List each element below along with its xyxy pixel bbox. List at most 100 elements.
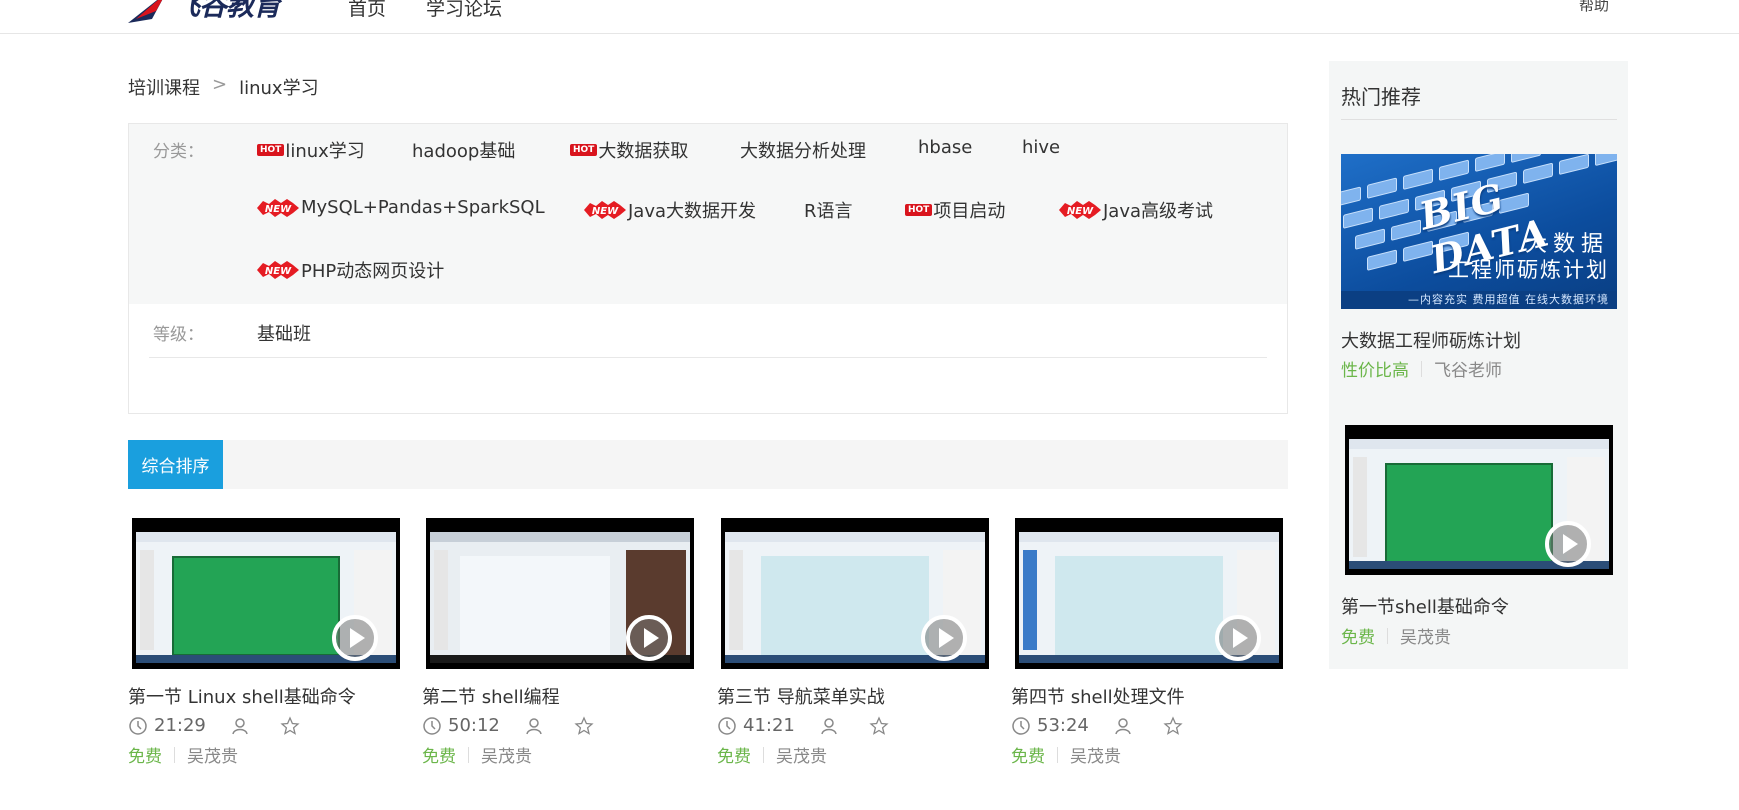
divider — [763, 746, 764, 763]
play-icon[interactable] — [1215, 615, 1261, 661]
star-icon[interactable] — [869, 715, 889, 736]
recommend-item-price-row: 免费 吴茂贵 — [1341, 623, 1451, 648]
tag-hadoop[interactable]: hadoop基础 — [412, 137, 515, 163]
clock-icon — [423, 716, 441, 735]
recommend-item-title[interactable]: 第一节shell基础命令 — [1341, 593, 1509, 619]
tag-label: hadoop基础 — [412, 141, 516, 162]
tag-project-start[interactable]: HOT 项目启动 — [905, 197, 1005, 223]
recommend-item-price-row: 性价比高 飞谷老师 — [1341, 356, 1502, 381]
new-badge-icon: NEW — [584, 201, 626, 219]
divider — [174, 746, 175, 763]
new-badge-text: NEW — [592, 206, 619, 217]
course-thumbnail[interactable] — [721, 518, 989, 669]
category-filter: 分类： HOT linux学习 hadoop基础 HOT 大数据获取 大数据分析… — [129, 124, 1287, 304]
tag-label: 项目启动 — [933, 201, 1006, 222]
teacher-name[interactable]: 吴茂贵 — [187, 742, 238, 767]
banner-subtitle: 工程师砺炼计划 — [1448, 258, 1609, 282]
teacher-name[interactable]: 吴茂贵 — [776, 742, 827, 767]
hot-recommend-sidebar: 热门推荐 BIG DATA 大数据 工程师砺炼计划 —内容充实 费用超值 在线大… — [1329, 61, 1628, 669]
site-logo[interactable]: 飞谷教育 — [126, 0, 281, 23]
tag-bigdata-fetch[interactable]: HOT 大数据获取 — [570, 137, 688, 163]
logo-text: 飞谷教育 — [172, 0, 281, 22]
category-label: 分类： — [153, 142, 204, 162]
help-link[interactable]: 帮助 — [1579, 0, 1609, 15]
tag-java-bigdata[interactable]: NEW Java大数据开发 — [584, 197, 756, 223]
course-title[interactable]: 第三节 导航菜单实战 — [717, 683, 989, 709]
bigdata-banner[interactable]: BIG DATA 大数据 工程师砺炼计划 —内容充实 费用超值 在线大数据环境 — [1341, 154, 1617, 309]
course-title[interactable]: 第二节 shell编程 — [422, 683, 694, 709]
new-badge-icon: NEW — [257, 198, 299, 217]
tag-label: MySQL+Pandas+SparkSQL — [301, 197, 545, 218]
hot-badge-icon: HOT — [905, 204, 933, 216]
level-basic[interactable]: 基础班 — [257, 320, 311, 346]
user-icon — [821, 717, 837, 734]
teacher-name[interactable]: 吴茂贵 — [1400, 623, 1451, 648]
tag-java-advanced-exam[interactable]: NEW Java高级考试 — [1059, 197, 1213, 223]
tag-label: 大数据分析处理 — [740, 141, 866, 162]
play-icon[interactable] — [626, 615, 672, 661]
new-badge-text: NEW — [265, 204, 292, 215]
star-icon[interactable] — [574, 715, 594, 736]
tag-mysql-pandas-sparksql[interactable]: NEW MySQL+Pandas+SparkSQL — [257, 197, 545, 218]
tag-hbase[interactable]: hbase — [918, 137, 972, 158]
new-badge-icon: NEW — [1059, 201, 1101, 219]
recommend-item-title[interactable]: 大数据工程师砺炼计划 — [1341, 327, 1521, 353]
tag-label: linux学习 — [285, 141, 365, 162]
sidebar-divider — [1341, 119, 1617, 120]
nav-forum[interactable]: 学习论坛 — [426, 0, 502, 21]
course-card[interactable]: 第一节 Linux shell基础命令 21:29 免费 吴茂贵 — [128, 518, 400, 767]
tag-hive[interactable]: hive — [1022, 137, 1060, 158]
star-icon[interactable] — [280, 715, 300, 736]
sort-comprehensive-button[interactable]: 综合排序 — [128, 440, 223, 489]
logo-mark-icon — [126, 0, 170, 23]
tag-bigdata-analysis[interactable]: 大数据分析处理 — [740, 137, 866, 163]
course-card[interactable]: 第四节 shell处理文件 53:24 免费 吴茂贵 — [1011, 518, 1283, 767]
filter-panel: 分类： HOT linux学习 hadoop基础 HOT 大数据获取 大数据分析… — [128, 123, 1288, 414]
course-thumbnail[interactable] — [132, 518, 400, 669]
breadcrumb-root[interactable]: 培训课程 — [128, 74, 200, 100]
nav-home[interactable]: 首页 — [348, 0, 386, 21]
course-duration: 21:29 — [154, 715, 206, 736]
course-card[interactable]: 第三节 导航菜单实战 41:21 免费 吴茂贵 — [717, 518, 989, 767]
star-icon[interactable] — [1163, 715, 1183, 736]
tag-label: Java高级考试 — [1103, 201, 1214, 222]
sort-bar: 综合排序 — [128, 440, 1288, 489]
price-free: 免费 — [1341, 628, 1375, 648]
course-meta: 21:29 — [128, 715, 400, 736]
tag-label: PHP动态网页设计 — [301, 261, 445, 282]
tag-linux[interactable]: HOT linux学习 — [257, 137, 365, 163]
play-icon[interactable] — [1545, 521, 1591, 567]
divider — [1057, 746, 1058, 763]
course-thumbnail[interactable] — [1015, 518, 1283, 669]
price-free: 免费 — [717, 747, 751, 767]
teacher-name[interactable]: 飞谷老师 — [1434, 356, 1502, 381]
user-icon — [526, 717, 542, 734]
teacher-name[interactable]: 吴茂贵 — [481, 742, 532, 767]
course-price-row: 免费 吴茂贵 — [717, 742, 989, 767]
course-price-row: 免费 吴茂贵 — [128, 742, 400, 767]
recommend-thumbnail[interactable] — [1345, 425, 1613, 575]
tag-label: hbase — [918, 137, 973, 158]
play-icon[interactable] — [921, 615, 967, 661]
tag-php-web[interactable]: NEW PHP动态网页设计 — [257, 257, 444, 283]
new-badge-icon: NEW — [257, 261, 299, 279]
hot-badge-icon: HOT — [257, 144, 285, 156]
tag-r-language[interactable]: R语言 — [804, 197, 853, 223]
tag-label: 大数据获取 — [598, 141, 689, 162]
user-icon — [232, 717, 248, 734]
course-meta: 41:21 — [717, 715, 989, 736]
course-title[interactable]: 第四节 shell处理文件 — [1011, 683, 1283, 709]
level-divider — [149, 357, 1267, 358]
price-free: 免费 — [128, 747, 162, 767]
new-badge-text: NEW — [1067, 206, 1094, 217]
course-title[interactable]: 第一节 Linux shell基础命令 — [128, 683, 400, 709]
course-thumbnail[interactable] — [426, 518, 694, 669]
banner-tagline: —内容充实 费用超值 在线大数据环境 — [1341, 291, 1617, 309]
play-icon[interactable] — [332, 615, 378, 661]
clock-icon — [129, 716, 147, 735]
course-card[interactable]: 第二节 shell编程 50:12 免费 吴茂贵 — [422, 518, 694, 767]
main-nav: 首页 学习论坛 — [348, 0, 502, 21]
teacher-name[interactable]: 吴茂贵 — [1070, 742, 1121, 767]
level-label: 等级： — [153, 325, 204, 345]
course-meta: 50:12 — [422, 715, 694, 736]
